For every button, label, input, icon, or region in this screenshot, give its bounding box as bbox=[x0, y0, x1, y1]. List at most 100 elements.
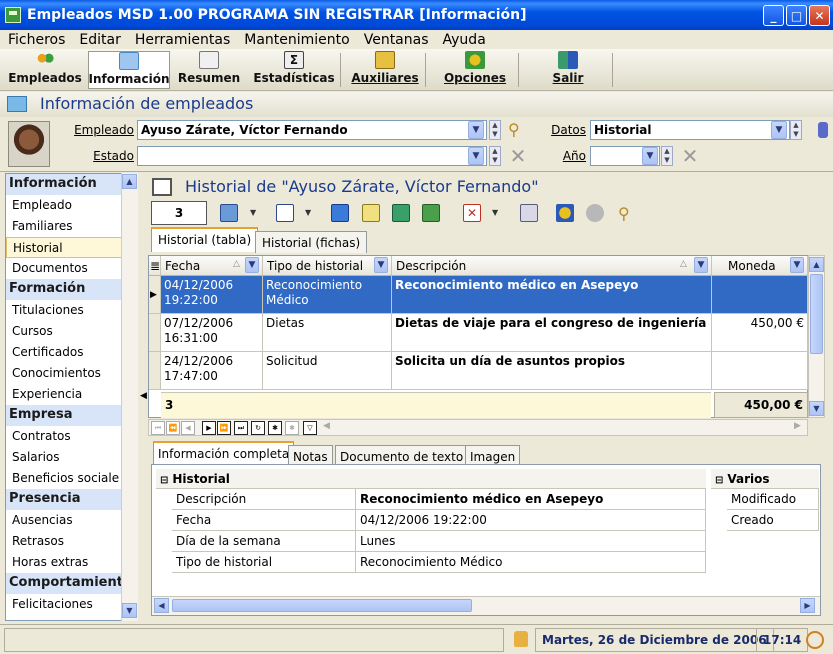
table-cell-moneda[interactable] bbox=[712, 276, 808, 314]
sidebar-item-familiares[interactable]: Familiares bbox=[6, 216, 137, 237]
scroll-up-icon[interactable]: ▲ bbox=[809, 257, 824, 272]
datos-spinner[interactable]: ▲ ▼ bbox=[790, 120, 802, 140]
anio-dropdown-icon[interactable]: ▼ bbox=[642, 147, 658, 165]
sidebar-item-felicitaciones[interactable]: Felicitaciones bbox=[6, 594, 137, 615]
delete-icon[interactable]: ✕ bbox=[463, 204, 481, 222]
first-record-icon[interactable]: ⏮ bbox=[151, 421, 165, 435]
category-varios[interactable]: ⊟ Varios bbox=[711, 469, 819, 489]
informacion-button[interactable]: Información bbox=[88, 51, 170, 89]
sidebar-group-empresa[interactable]: Empresa bbox=[6, 405, 137, 426]
column-header-descripcion[interactable]: Descripción △ ▼ bbox=[392, 256, 712, 276]
last-record-icon[interactable]: ⏭ bbox=[234, 421, 248, 435]
sidebar-item-certificados[interactable]: Certificados bbox=[6, 342, 137, 363]
sidebar-item-salarios[interactable]: Salarios bbox=[6, 447, 137, 468]
menu-ventanas[interactable]: Ventanas bbox=[360, 32, 435, 48]
edit-dropdown-icon[interactable]: ▼ bbox=[250, 208, 256, 217]
prop-value[interactable]: Lunes bbox=[356, 531, 706, 552]
column-header-tipo[interactable]: Tipo de historial ▼ bbox=[263, 256, 392, 276]
next-record-icon[interactable]: ▶ bbox=[202, 421, 216, 435]
auxiliares-button[interactable]: Auxiliares bbox=[350, 51, 420, 89]
prop-value[interactable]: Reconocimiento médico en Asepeyo bbox=[356, 489, 706, 510]
add-record-icon[interactable] bbox=[392, 204, 410, 222]
maximize-button[interactable]: □ bbox=[786, 5, 807, 26]
anio-spinner[interactable]: ▲ ▼ bbox=[661, 146, 673, 166]
copy-record-icon[interactable]: ✱ bbox=[285, 421, 299, 435]
sidebar-item-contratos[interactable]: Contratos bbox=[6, 426, 137, 447]
sidebar-group-presencia[interactable]: Presencia bbox=[6, 489, 137, 510]
sidebar-item-documentos[interactable]: Documentos bbox=[6, 258, 137, 279]
salir-button[interactable]: Salir bbox=[545, 51, 591, 89]
table-row[interactable]: 24/12/2006 17:47:00 bbox=[161, 352, 263, 390]
column-header-fecha[interactable]: Fecha △ ▼ bbox=[161, 256, 263, 276]
tab-historial-tabla[interactable]: Historial (tabla) bbox=[151, 227, 259, 252]
clear-estado-icon[interactable]: ✕ bbox=[507, 146, 529, 166]
sidebar-item-ausencias[interactable]: Ausencias bbox=[6, 510, 137, 531]
sidebar-item-titulaciones[interactable]: Titulaciones bbox=[6, 300, 137, 321]
tab-historial-fichas[interactable]: Historial (fichas) bbox=[255, 231, 368, 253]
clear-anio-icon[interactable]: ✕ bbox=[679, 146, 701, 166]
menu-ayuda[interactable]: Ayuda bbox=[439, 32, 492, 48]
sidebar-item-retrasos[interactable]: Retrasos bbox=[6, 531, 137, 552]
refresh-icon[interactable]: ↻ bbox=[251, 421, 265, 435]
prev-record-icon[interactable]: ◀ bbox=[181, 421, 195, 435]
delete-dropdown-icon[interactable]: ▼ bbox=[492, 208, 498, 217]
print-icon[interactable] bbox=[520, 204, 538, 222]
datos-field[interactable]: Historial bbox=[590, 120, 790, 140]
new-record-icon[interactable]: ✱ bbox=[268, 421, 282, 435]
sidebar-item-horas-extras[interactable]: Horas extras bbox=[6, 552, 137, 573]
scroll-down-icon[interactable]: ▼ bbox=[809, 401, 824, 416]
empleados-button[interactable]: Empleados bbox=[6, 51, 84, 89]
table-cell-moneda[interactable]: 450,00 € bbox=[712, 314, 808, 352]
info-icon[interactable] bbox=[276, 204, 294, 222]
empleado-spinner[interactable]: ▲ ▼ bbox=[489, 120, 501, 140]
search-icon[interactable]: ⚲ bbox=[508, 120, 528, 140]
scroll-up-icon[interactable]: ▲ bbox=[122, 174, 137, 189]
menu-ficheros[interactable]: Ficheros bbox=[4, 32, 71, 48]
extra-button[interactable] bbox=[818, 122, 828, 138]
sidebar-item-cursos[interactable]: Cursos bbox=[6, 321, 137, 342]
category-historial[interactable]: ⊟ Historial bbox=[156, 469, 706, 489]
table-cell-descripcion[interactable]: Dietas de viaje para el congreso de inge… bbox=[392, 314, 712, 352]
prop-value[interactable]: Reconocimiento Médico bbox=[356, 552, 706, 573]
table-cell-descripcion[interactable]: Reconocimiento médico en Asepeyo bbox=[392, 276, 712, 314]
row-indicator[interactable]: ▶ bbox=[149, 276, 161, 314]
sidebar-item-experiencia[interactable]: Experiencia bbox=[6, 384, 137, 405]
sidebar-group-informacion[interactable]: Información bbox=[6, 174, 137, 195]
collapse-arrow-icon[interactable]: ◀ bbox=[140, 391, 147, 401]
filter-binoculars-icon[interactable] bbox=[586, 204, 604, 222]
table-cell-tipo[interactable]: Reconocimiento Médico bbox=[263, 276, 392, 314]
estado-field[interactable] bbox=[137, 146, 487, 166]
scroll-right-icon[interactable]: ▶ bbox=[794, 421, 801, 431]
prev-page-icon[interactable]: ⏪ bbox=[166, 421, 180, 435]
monitor-icon[interactable] bbox=[331, 204, 349, 222]
scroll-left-icon[interactable]: ◀ bbox=[154, 598, 169, 613]
sidebar-item-conocimientos[interactable]: Conocimientos bbox=[6, 363, 137, 384]
estado-spinner[interactable]: ▲ ▼ bbox=[489, 146, 501, 166]
sidebar-item-beneficios[interactable]: Beneficios sociale bbox=[6, 468, 137, 489]
scroll-right-icon[interactable]: ▶ bbox=[800, 598, 815, 613]
info-dropdown-icon[interactable]: ▼ bbox=[305, 208, 311, 217]
empleado-field[interactable]: Ayuso Zárate, Víctor Fernando bbox=[137, 120, 487, 140]
sidebar-scrollbar[interactable]: ▲ ▼ bbox=[121, 173, 138, 621]
table-cell-descripcion[interactable]: Solicita un día de asuntos propios bbox=[392, 352, 712, 390]
table-cell-tipo[interactable]: Dietas bbox=[263, 314, 392, 352]
datos-dropdown-icon[interactable]: ▼ bbox=[771, 121, 787, 139]
note-edit-icon[interactable] bbox=[362, 204, 380, 222]
menu-mantenimiento[interactable]: Mantenimiento bbox=[240, 32, 355, 48]
edit-icon[interactable] bbox=[220, 204, 238, 222]
prop-value[interactable]: 04/12/2006 19:22:00 bbox=[356, 510, 706, 531]
search-icon[interactable]: ⚲ bbox=[618, 204, 636, 223]
resumen-button[interactable]: Resumen bbox=[176, 51, 242, 89]
filter-icon[interactable]: ▽ bbox=[303, 421, 317, 435]
menu-herramientas[interactable]: Herramientas bbox=[131, 32, 236, 48]
sidebar-group-formacion[interactable]: Formación bbox=[6, 279, 137, 300]
column-header-moneda[interactable]: Moneda ▼ bbox=[712, 256, 808, 276]
scroll-thumb[interactable] bbox=[810, 274, 823, 354]
opciones-button[interactable]: Opciones bbox=[440, 51, 510, 89]
table-cell-tipo[interactable]: Solicitud bbox=[263, 352, 392, 390]
grid-scrollbar[interactable]: ▲ ▼ bbox=[808, 255, 825, 418]
binoculars-icon[interactable] bbox=[556, 204, 574, 222]
sidebar-item-historial[interactable]: Historial bbox=[6, 237, 137, 258]
table-cell-moneda[interactable] bbox=[712, 352, 808, 390]
splitter[interactable]: ◀ bbox=[139, 173, 148, 621]
